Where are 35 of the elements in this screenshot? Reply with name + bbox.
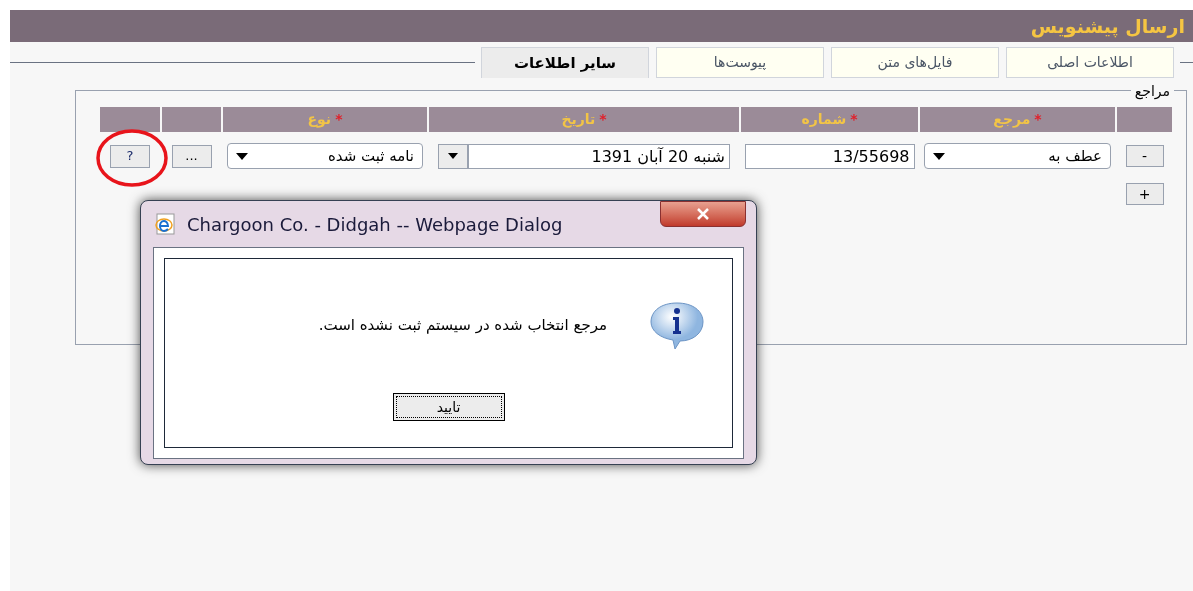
close-button[interactable] [660,201,746,227]
header-cell [1117,107,1172,132]
required-mark: * [335,110,343,129]
close-icon [696,208,710,220]
browse-button[interactable]: ... [171,144,212,168]
column-label: مرجع [993,110,1031,130]
tab[interactable]: پیوست‌ها [656,47,824,78]
column-label: تاریخ [561,110,596,130]
add-button[interactable]: + [1125,183,1164,205]
required-mark: * [1034,110,1042,129]
tab[interactable]: فایل‌های متن [831,47,999,78]
tab[interactable]: سایر اطلاعات [481,47,649,78]
type-dropdown[interactable]: نامه ثبت شده [227,143,423,169]
help-button[interactable]: ? [110,144,150,168]
column-label: نوع [307,110,332,130]
header-cell [100,107,160,132]
dialog-message: مرجع انتخاب شده در سیستم ثبت نشده است. [318,314,607,336]
caret-icon [448,153,458,159]
tab[interactable]: اطلاعات اصلی [1006,47,1174,78]
ok-button[interactable]: تایید [392,393,505,421]
required-mark: * [599,110,607,129]
page-title: ارسال پیشنویس [1030,13,1185,40]
caret-icon [236,152,248,160]
remove-button[interactable]: - [1125,145,1164,167]
browser-icon [153,212,177,236]
required-mark: * [850,110,858,129]
date-field[interactable]: شنبه 20 آبان 1391 [468,143,730,169]
number-field[interactable]: 13/55698 [744,143,915,169]
header-cell [162,107,221,132]
date-picker-button[interactable] [438,143,468,169]
dialog-title: Chargoon Co. - Didgah -- Webpage Dialog [187,212,563,237]
caret-icon [933,152,945,160]
reference-dropdown[interactable]: عطف به [924,143,1111,169]
column-label: شماره [801,110,847,129]
info-icon [647,299,707,351]
